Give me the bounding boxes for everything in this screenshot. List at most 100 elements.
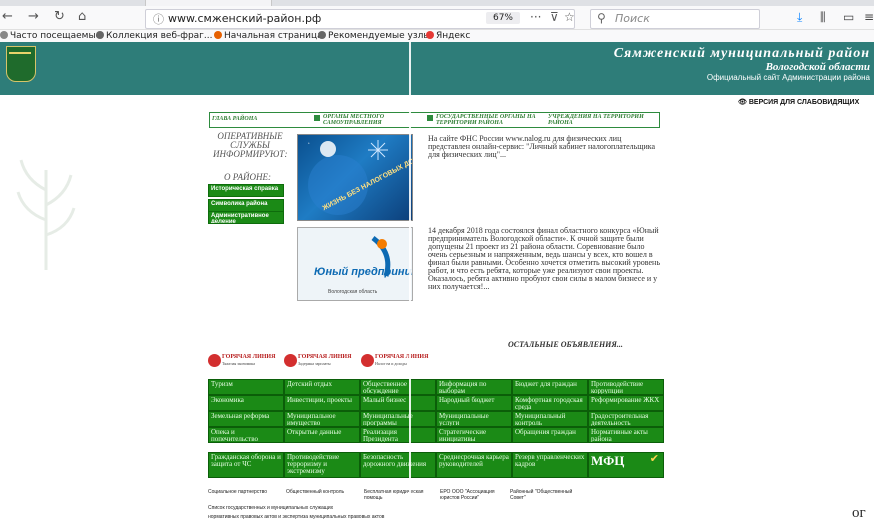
reload-icon[interactable]: ↻	[54, 8, 65, 26]
entrepreneur-sub: Вологодская область	[328, 289, 378, 295]
grid-guardianship[interactable]: Опека и попечительство	[208, 427, 284, 443]
info-icon[interactable]: ⓘ	[153, 11, 164, 27]
grid-property[interactable]: Муниципальное имущество	[284, 411, 360, 427]
grid-kids-rest[interactable]: Детский отдых	[284, 379, 360, 395]
sidebar-icon[interactable]: ▭	[843, 10, 854, 24]
news-image-entrepreneur[interactable]: Юный предприниматель Вологодская область	[297, 227, 413, 301]
url-text[interactable]: www.смженский-район.рф	[168, 12, 321, 25]
vision-version-button[interactable]: 👁 ВЕРСИЯ ДЛЯ СЛАБОВИДЯЩИХ	[738, 98, 859, 106]
search-bar[interactable]: ⚲ Поиск	[590, 9, 760, 29]
phone-icon	[208, 354, 221, 367]
grid-open-data[interactable]: Открытые данные	[284, 427, 360, 443]
grid-career[interactable]: Среднесрочная карьера руководителей	[436, 452, 512, 478]
home-icon[interactable]: ⌂	[78, 8, 86, 26]
news-text-2[interactable]: 14 декабря 2018 года состоялся финал обл…	[428, 227, 660, 291]
phone-icon	[284, 354, 297, 367]
menu-institutions[interactable]: УЧРЕЖДЕНИЯ НА ТЕРРИТОРИИ РАЙОНА	[548, 114, 656, 126]
mfc-label: МФЦ	[591, 453, 625, 468]
ops-title: ОПЕРАТИВНЫЕ СЛУЖБЫ ИНФОРМИРУЮТ:	[213, 131, 288, 159]
hotline-banner-3[interactable]: ГОРЯЧАЯ ЛИНИЯ Налог на и доходы	[361, 354, 433, 368]
menu-state-bodies[interactable]: ГОСУДАРСТВЕННЫЕ ОРГАНЫ НА ТЕРРИТОРИИ РАЙ…	[436, 114, 546, 126]
grid-elections[interactable]: Информация по выборам	[436, 379, 512, 395]
grid-investments[interactable]: Инвестиции, проекты	[284, 395, 360, 411]
tax-snowflake-icon: *	[308, 140, 388, 215]
menu-bullet-icon	[427, 115, 433, 121]
sidebar-division-button[interactable]: Административное деление	[208, 211, 284, 224]
globe-icon	[96, 31, 104, 39]
grid-people-budget[interactable]: Народный бюджет	[436, 395, 512, 411]
overflow-icon[interactable]: ≡	[864, 10, 874, 24]
grid-budget[interactable]: Бюджет для граждан	[512, 379, 588, 395]
bookmark-webclips[interactable]: Коллекция веб-фраг...	[96, 30, 213, 42]
forward-icon[interactable]: →	[28, 8, 39, 26]
bottom-public-control[interactable]: Общественный контроль	[286, 489, 361, 495]
library-icon[interactable]: ⫼	[820, 10, 826, 25]
news-image-tax[interactable]: * ЖИЗНЬ БЕЗ НАЛОГОВЫХ ДОЛГОВ	[297, 134, 413, 221]
others-link[interactable]: ОСТАЛЬНЫЕ ОБЪЯВЛЕНИЯ...	[508, 340, 623, 349]
phone-icon	[361, 354, 374, 367]
menu-bullet-icon	[314, 115, 320, 121]
menu-self-government[interactable]: ОРГАНЫ МЕСТНОГО САМОУПРАВЛЕНИЯ	[323, 114, 427, 126]
grid-antiterror[interactable]: Противодействие терроризму и экстремизму	[284, 452, 360, 478]
grid-normative-acts[interactable]: Нормативные акты района	[588, 427, 664, 443]
back-icon[interactable]: ←	[2, 8, 13, 26]
eye-icon: 👁	[738, 99, 747, 106]
about-title: О РАЙОНЕ:	[224, 172, 271, 182]
news-text-1[interactable]: На сайте ФНС России www.nalog.ru для физ…	[428, 135, 660, 159]
bottom-public-council[interactable]: Районный "Общественный Совет"	[510, 489, 585, 501]
site-title: Сямженский муниципальный район	[613, 46, 870, 61]
sidebar-history-button[interactable]: Историческая справка	[208, 184, 284, 197]
search-icon: ⚲	[597, 11, 606, 25]
hotline-banner-1[interactable]: ГОРЯЧАЯ ЛИНИЯ Тяжелая экономика	[208, 354, 280, 368]
bookmark-frequent[interactable]: Часто посещаемые	[0, 30, 101, 42]
address-bar[interactable]: ⓘ www.смженский-район.рф 67% ··· ⊽ ☆	[145, 9, 575, 29]
globe-icon	[318, 31, 326, 39]
grid-control[interactable]: Муниципальный контроль	[512, 411, 588, 427]
grid-strategic[interactable]: Стратегические инициативы Российской Фед…	[436, 427, 512, 443]
entrepreneur-caption: Юный предприниматель	[314, 266, 412, 278]
wheat-watermark-icon	[16, 159, 76, 270]
bookmark-home[interactable]: Начальная страница	[214, 30, 323, 42]
bottom-social[interactable]: Социальное партнерство	[208, 489, 283, 495]
mfc-button[interactable]: МФЦ ✔	[588, 452, 664, 478]
firefox-icon	[214, 31, 222, 39]
grid-economy[interactable]: Экономика	[208, 395, 284, 411]
bottom-right-text: ог	[852, 505, 866, 521]
bookmark-recommended[interactable]: Рекомендуемые узлы	[318, 30, 430, 42]
site-region: Вологодской области	[765, 61, 870, 73]
grid-anticorruption[interactable]: Противодействие коррупции	[588, 379, 664, 395]
grid-small-business[interactable]: Малый бизнес	[360, 395, 436, 411]
menu-head[interactable]: ГЛАВА РАЙОНА	[212, 116, 257, 122]
pocket-icon[interactable]: ⊽	[550, 10, 559, 24]
grid-programs[interactable]: Муниципальные программы	[360, 411, 436, 427]
grid-urban-env[interactable]: Комфортная городская среда	[512, 395, 588, 411]
grid-services[interactable]: Муниципальные услуги	[436, 411, 512, 427]
grid-urban-planning[interactable]: Градостроительная деятельность	[588, 411, 664, 427]
bookmark-star-icon[interactable]: ☆	[564, 10, 575, 24]
grid-land-reform[interactable]: Земельная реформа	[208, 411, 284, 427]
grid-reserve[interactable]: Резерв управленческих кадров	[512, 452, 588, 478]
check-icon: ✔	[649, 453, 659, 465]
search-placeholder[interactable]: Поиск	[615, 12, 650, 25]
vertical-divider	[409, 42, 411, 527]
bottom-lawyers[interactable]: ЕРО ООО "Ассоциация юристов России"	[440, 489, 515, 501]
bottom-legal-help[interactable]: Бесплатная юридическая помощь	[364, 489, 439, 501]
grid-public-discussion[interactable]: Общественное обсуждение	[360, 379, 436, 395]
grid-tourism[interactable]: Туризм	[208, 379, 284, 395]
grid-road-safety[interactable]: Безопасность дорожного движения	[360, 452, 436, 478]
zoom-level[interactable]: 67%	[486, 12, 520, 24]
hotline-banner-2[interactable]: ГОРЯЧАЯ ЛИНИЯ Задержка зарплаты	[284, 354, 356, 368]
page-actions-icon[interactable]: ···	[530, 10, 541, 24]
footer-line-1[interactable]: Список государственных и муниципальных с…	[208, 505, 333, 511]
services-grid: Туризм Детский отдых Общественное обсужд…	[208, 379, 874, 478]
download-icon[interactable]: ⤓	[797, 10, 802, 25]
grid-civil-defense[interactable]: Гражданская оборона и защита от ЧС	[208, 452, 284, 478]
bookmark-yandex[interactable]: Яндекс	[426, 30, 470, 42]
grid-housing-reform[interactable]: Реформирование ЖКХ	[588, 395, 664, 411]
globe-icon	[0, 31, 8, 39]
footer-line-2[interactable]: нормативных правовых актов и экспертиза …	[208, 514, 384, 520]
coat-stripe	[9, 52, 31, 54]
grid-appeals[interactable]: Обращения граждан	[512, 427, 588, 443]
yandex-icon	[426, 31, 434, 39]
grid-president[interactable]: Реализация Президента	[360, 427, 436, 443]
